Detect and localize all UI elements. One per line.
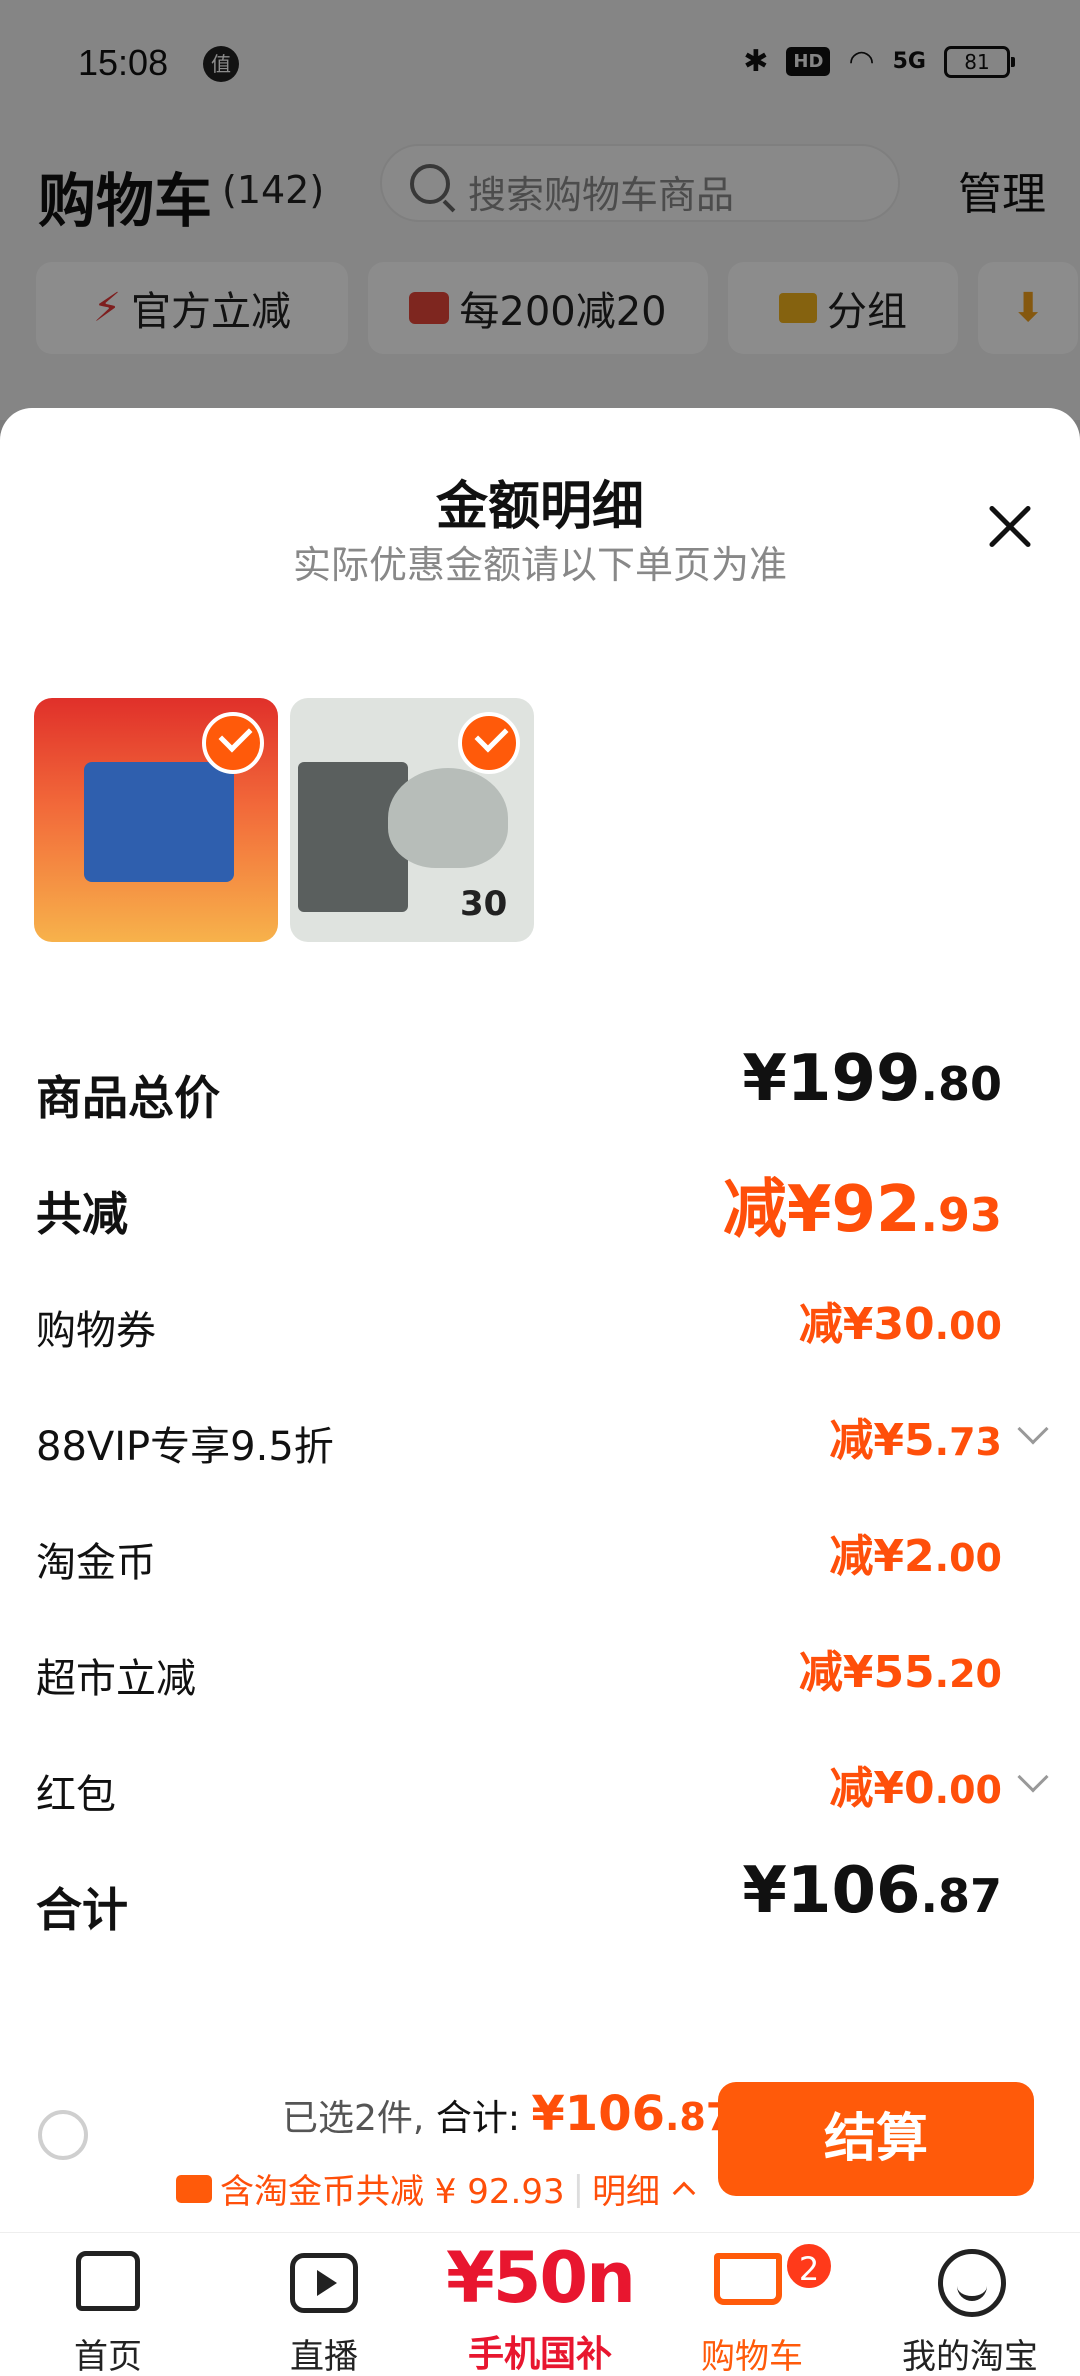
row-88vip-discount[interactable]: 88VIP专享9.5折 减¥5.73	[36, 1396, 1049, 1486]
discount-detail-toggle[interactable]: 含淘金币共减 ¥ 92.93 | 明细	[176, 2164, 696, 2213]
row-value: 减¥55.20	[798, 1647, 1002, 1698]
select-all-radio[interactable]	[38, 2110, 88, 2160]
row-label: 购物券	[36, 1308, 156, 1354]
home-icon	[76, 2251, 140, 2311]
row-label: 88VIP专享9.5折	[36, 1424, 334, 1470]
row-value: ¥106.87	[742, 1854, 1002, 1928]
close-icon[interactable]	[982, 498, 1038, 554]
cart-background-page: 15:08 值 ✱ HD ◠ 5G 81 购物车 (142) 搜索购物车商品 管…	[0, 0, 1080, 420]
checkout-bar: 已选2件, 合计: ¥106.87 含淘金币共减 ¥ 92.93 | 明细 结算	[0, 2060, 1080, 2230]
chevron-up-icon[interactable]	[672, 2181, 696, 2204]
checkout-total: ¥106.87	[531, 2086, 733, 2142]
row-value: 减¥92.93	[722, 1173, 1002, 1247]
check-icon[interactable]	[458, 712, 520, 774]
row-label: 红包	[36, 1772, 116, 1818]
cart-icon	[714, 2253, 782, 2305]
tab-label: 购物车	[701, 2337, 803, 2376]
tab-label: 直播	[290, 2337, 358, 2376]
row-label: 共减	[36, 1187, 128, 1241]
divider: |	[572, 2168, 585, 2209]
tab-label: 首页	[74, 2337, 142, 2376]
row-red-packet[interactable]: 红包 减¥0.00	[36, 1744, 1049, 1834]
row-taojinbi: 淘金币 减¥2.00	[36, 1512, 1044, 1602]
discount-text: 含淘金币共减 ¥ 92.93	[220, 2172, 565, 2212]
play-icon	[290, 2253, 358, 2313]
chevron-down-icon[interactable]	[1017, 1413, 1049, 1445]
checkout-summary: 已选2件, 合计: ¥106.87	[282, 2086, 732, 2142]
coupon-icon	[176, 2174, 212, 2203]
selected-count: 已选2件,	[282, 2098, 425, 2139]
mask-image	[388, 768, 508, 868]
promo-label: 手机国补	[467, 2334, 612, 2375]
row-value: ¥199.80	[742, 1042, 1002, 1116]
tab-phone-subsidy[interactable]: ¥50n 手机国补	[440, 2233, 640, 2376]
row-label: 合计	[36, 1883, 128, 1937]
smile-icon	[938, 2249, 1006, 2317]
row-value: 减¥5.73	[829, 1415, 1002, 1466]
product-thumbnail-gift-box[interactable]	[34, 698, 278, 942]
chevron-down-icon[interactable]	[1017, 1761, 1049, 1793]
row-label: 超市立减	[36, 1656, 196, 1702]
row-total-price: 商品总价 ¥199.80	[36, 1042, 1044, 1138]
check-icon[interactable]	[202, 712, 264, 774]
tab-live[interactable]: 直播	[234, 2233, 414, 2376]
cart-badge: 2	[784, 2241, 834, 2291]
row-value: 减¥0.00	[829, 1763, 1002, 1814]
total-label: 合计:	[435, 2098, 520, 2139]
pack-count: 30	[460, 884, 508, 924]
sheet-subtitle: 实际优惠金额请以下单页为准	[292, 543, 787, 587]
row-supermarket-discount: 超市立减 减¥55.20	[36, 1628, 1044, 1718]
row-value: 减¥2.00	[829, 1531, 1002, 1582]
row-total-discount: 共减 减¥92.93	[36, 1164, 1044, 1254]
sheet-title: 金额明细	[435, 477, 644, 537]
bottom-tab-bar: 首页 直播 ¥50n 手机国补 2 购物车 我的淘宝	[0, 2232, 1080, 2376]
tab-label: 我的淘宝	[902, 2337, 1038, 2376]
tab-cart[interactable]: 2 购物车	[662, 2233, 842, 2376]
gift-box-image	[84, 762, 234, 882]
checkout-button[interactable]: 结算	[718, 2082, 1034, 2196]
row-label: 淘金币	[36, 1540, 156, 1586]
dim-overlay[interactable]	[0, 0, 1080, 420]
promo-amount: ¥50n	[446, 2237, 636, 2319]
row-label: 商品总价	[36, 1071, 220, 1125]
tab-my-taobao[interactable]: 我的淘宝	[880, 2233, 1060, 2376]
row-grand-total: 合计 ¥106.87	[36, 1854, 1044, 1950]
tab-home[interactable]: 首页	[18, 2233, 198, 2376]
row-value: 减¥30.00	[798, 1299, 1002, 1350]
product-thumbnail-face-mask[interactable]: 30	[290, 698, 534, 942]
row-shopping-voucher: 购物券 减¥30.00	[36, 1280, 1044, 1370]
detail-link[interactable]: 明细	[592, 2164, 660, 2213]
